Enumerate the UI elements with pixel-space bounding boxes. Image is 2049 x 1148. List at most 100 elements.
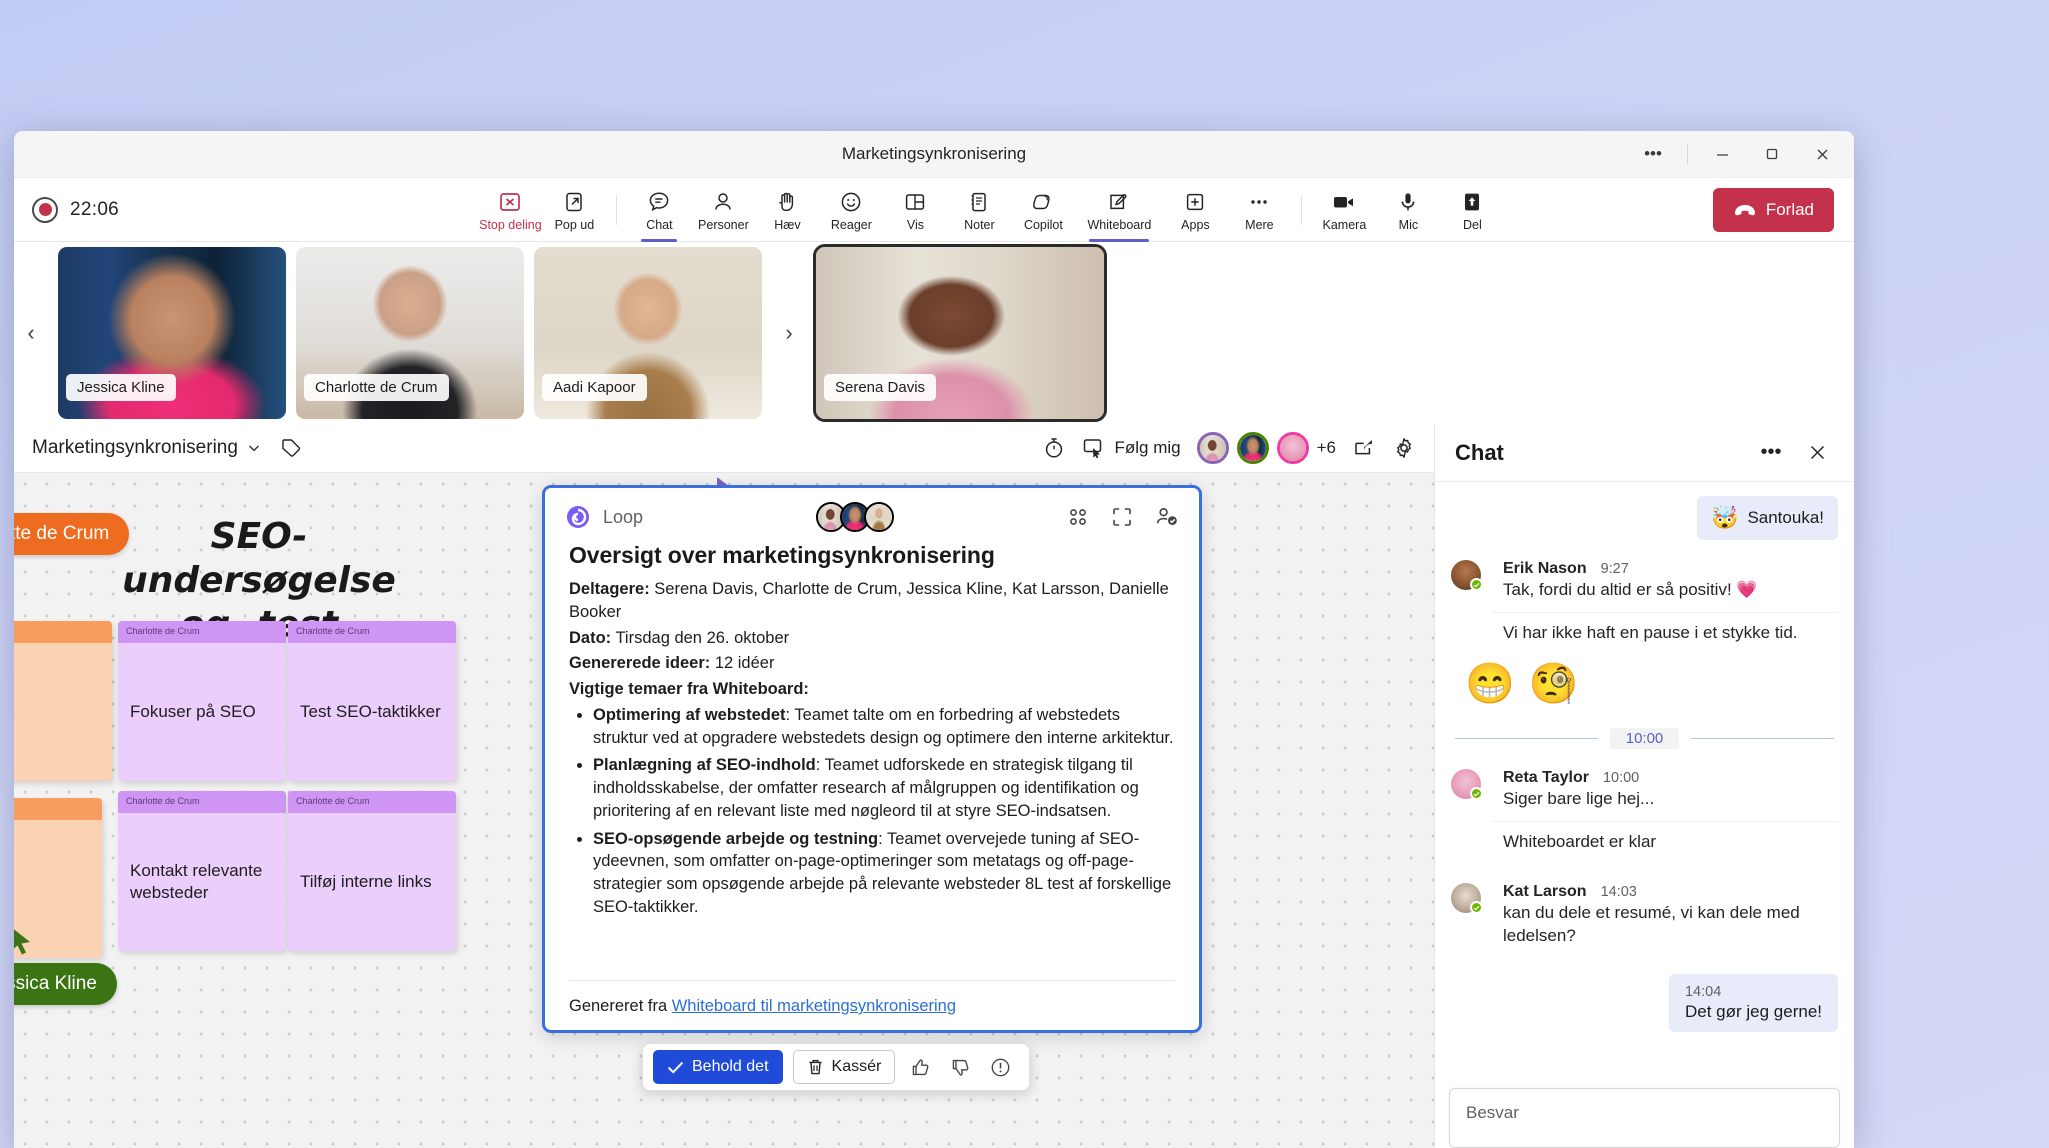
people-icon (711, 189, 735, 215)
avatar[interactable] (1451, 560, 1483, 591)
strip-next-button[interactable]: › (772, 248, 806, 418)
loop-summary-card[interactable]: Loop Oversigt over marketingsynkroniseri… (542, 485, 1202, 1033)
message-meta: Kat Larson 14:03 (1503, 883, 1826, 901)
view-layout-icon (903, 189, 927, 215)
check-icon (667, 1060, 684, 1075)
monocle-face-emoji-icon[interactable]: 🧐 (1529, 664, 1579, 704)
loop-app-icon (565, 504, 591, 530)
view-label: Vis (906, 218, 924, 232)
camera-button[interactable]: Kamera (1312, 185, 1376, 234)
people-button[interactable]: Personer (691, 185, 755, 234)
chat-button[interactable]: Chat (627, 185, 691, 242)
video-tile-serena-davis[interactable]: Serena Davis (813, 243, 1107, 422)
sticky-note-offscreen-1[interactable] (14, 621, 112, 781)
mic-button[interactable]: Mic (1376, 185, 1440, 234)
more-button[interactable]: Mere (1227, 185, 1291, 234)
more-dots-icon (1247, 189, 1271, 215)
notes-label: Noter (964, 218, 995, 232)
whiteboard-title-chevron-down-icon[interactable] (247, 441, 261, 455)
notes-button[interactable]: Noter (947, 185, 1011, 234)
avatar-overflow-count[interactable]: +6 (1317, 438, 1336, 458)
field-value: 12 idéer (710, 654, 775, 673)
follow-me-button[interactable]: Følg mig (1082, 437, 1181, 459)
field-label: Deltagere: (569, 580, 650, 598)
window-minimize-button[interactable] (1698, 134, 1746, 174)
presence-available-icon (1470, 787, 1483, 801)
share-whiteboard-icon[interactable] (1352, 436, 1376, 460)
follow-me-icon (1082, 437, 1106, 459)
whiteboard-source-link[interactable]: Whiteboard til marketingsynkronisering (672, 997, 956, 1015)
avatar-jessica-kline[interactable] (1236, 432, 1269, 464)
presence-available-icon (1470, 578, 1483, 591)
view-button[interactable]: Vis (883, 185, 947, 234)
sticky-note-kontakt-relevante-websteder[interactable]: Charlotte de Crum Kontakt relevante webs… (118, 791, 286, 951)
avatar[interactable] (1451, 883, 1483, 915)
chat-compose-input[interactable]: Besvar (1449, 1088, 1840, 1148)
video-tile-aadi-kapoor[interactable]: Aadi Kapoor (534, 246, 762, 419)
video-tile-charlotte-de-crum[interactable]: Charlotte de Crum (296, 246, 524, 419)
discard-button[interactable]: Kassér (792, 1050, 896, 1084)
sender-name: Erik Nason (1503, 560, 1587, 577)
sticky-note-fokuser-pa-seo[interactable]: Charlotte de Crum Fokuser på SEO (118, 621, 286, 781)
sticky-note-tilfoj-interne-links[interactable]: Charlotte de Crum Tilføj interne links (288, 791, 456, 951)
message-bubble: Reta Taylor 10:00 Siger bare lige hej... (1491, 765, 1838, 821)
video-tile-jessica-kline[interactable]: Jessica Kline (58, 246, 286, 419)
pop-out-button[interactable]: Pop ud (542, 185, 606, 234)
react-icon (839, 189, 863, 215)
avatar-reta-taylor[interactable] (1276, 432, 1309, 464)
chat-time-divider: 10:00 (1455, 728, 1835, 750)
settings-gear-icon[interactable] (1392, 436, 1416, 460)
loop-app-name: Loop (603, 506, 644, 527)
chat-reactions: 😁 🧐 (1451, 654, 1838, 710)
focus-frame-icon[interactable] (1111, 506, 1133, 528)
share-button[interactable]: Del (1440, 185, 1504, 234)
copilot-button[interactable]: Copilot (1011, 185, 1075, 234)
strip-prev-button[interactable]: ‹ (14, 248, 48, 418)
thumbs-up-icon[interactable] (905, 1052, 935, 1082)
chat-panel-header: Chat ••• (1435, 424, 1854, 482)
avatar-serena-davis[interactable] (1196, 432, 1229, 464)
message-text: Vi har ikke haft en pause i et stykke ti… (1503, 622, 1798, 642)
sticky-note-author (14, 798, 102, 820)
loop-theme-item: SEO-opsøgende arbejde og testning: Teame… (593, 828, 1175, 919)
feedback-icon[interactable] (985, 1052, 1015, 1082)
whiteboard-title[interactable]: Marketingsynkronisering (32, 437, 238, 459)
whiteboard-button[interactable]: Whiteboard (1075, 185, 1163, 242)
chat-close-button[interactable] (1800, 436, 1834, 470)
whiteboard-canvas[interactable]: SEO-undersøgelse og -test Charlotte de C… (14, 472, 1434, 1148)
meeting-controls: Stop deling Pop ud Chat Personer Hæv Rea… (478, 185, 1504, 242)
grinning-face-emoji-icon[interactable]: 😁 (1465, 664, 1515, 704)
message-time: 9:27 (1600, 561, 1629, 577)
message-erik-nason: Erik Nason 9:27 Tak, fordi du altid er s… (1451, 556, 1838, 612)
footer-prefix: Genereret fra (569, 997, 672, 1015)
sender-name: Kat Larson (1503, 883, 1587, 901)
participant-name: Charlotte de Crum (304, 373, 449, 401)
grid-view-icon[interactable] (1067, 506, 1089, 528)
meeting-timer: 22:06 (70, 198, 120, 220)
tag-icon[interactable] (280, 437, 302, 459)
participant-name: Aadi Kapoor (542, 373, 647, 401)
raise-hand-button[interactable]: Hæv (755, 185, 819, 234)
sticky-note-text: Test SEO-taktikker (300, 701, 441, 721)
thumbs-down-icon[interactable] (945, 1052, 975, 1082)
apps-button[interactable]: Apps (1163, 185, 1227, 234)
timer-icon[interactable] (1042, 436, 1066, 460)
window-maximize-button[interactable] (1748, 134, 1796, 174)
leave-meeting-button[interactable]: Forlad (1712, 187, 1834, 232)
pop-out-label: Pop ud (554, 218, 595, 232)
window-more-button[interactable]: ••• (1629, 134, 1677, 174)
window-close-button[interactable] (1798, 134, 1846, 174)
avatar-aadi-kapoor[interactable] (864, 502, 895, 532)
camera-icon (1331, 189, 1357, 215)
people-check-icon[interactable] (1155, 506, 1179, 528)
chat-label: Chat (646, 218, 673, 232)
react-button[interactable]: Reager (819, 185, 883, 234)
chat-more-button[interactable]: ••• (1754, 436, 1788, 470)
keep-it-button[interactable]: Behold det (653, 1050, 783, 1084)
notes-icon (967, 189, 991, 215)
chat-message-list[interactable]: 🤯 Santouka! Erik Nason 9:27 Tak, fordi d… (1435, 482, 1854, 1080)
avatar[interactable] (1451, 769, 1483, 801)
stop-sharing-button[interactable]: Stop deling (478, 185, 542, 234)
keep-it-label: Behold det (692, 1058, 769, 1075)
sticky-note-test-seo-taktikker[interactable]: Charlotte de Crum Test SEO-taktikker (288, 621, 456, 781)
